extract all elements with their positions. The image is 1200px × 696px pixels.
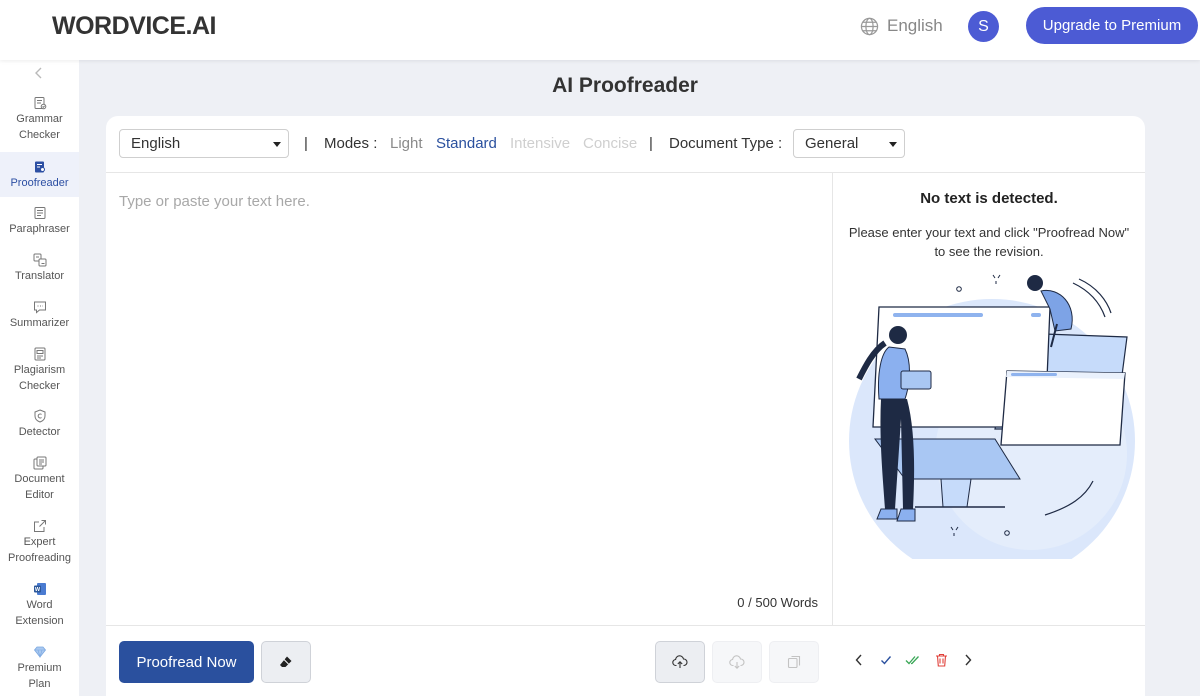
document-type-value: General: [805, 135, 859, 152]
mode-light[interactable]: Light: [390, 135, 423, 152]
sidebar-item-label: Grammar Checker: [16, 113, 63, 141]
options-toolbar: English | Modes : Light Standard Intensi…: [106, 116, 1145, 173]
language-select[interactable]: English: [119, 129, 289, 158]
copy-button: [769, 641, 819, 683]
plagiarism-icon: [34, 347, 45, 361]
mode-intensive: Intensive: [510, 135, 571, 152]
revision-panel: No text is detected. Please enter your t…: [833, 173, 1145, 625]
sidebar-item-label: Document Editor: [14, 473, 65, 501]
revision-empty-message: Please enter your text and click "Proofr…: [848, 225, 1130, 259]
modes-label: Modes :: [324, 135, 378, 152]
empty-state-illustration: [849, 274, 1135, 559]
document-type-select[interactable]: General: [793, 129, 905, 158]
language-select-value: English: [131, 135, 181, 152]
diamond-icon: [33, 646, 46, 659]
language-switcher[interactable]: English: [860, 16, 943, 36]
top-header: WORDVICE.AI English S Upgrade to Premium: [0, 0, 1200, 60]
mode-standard[interactable]: Standard: [436, 135, 497, 152]
sidebar-item-translator[interactable]: Translator: [0, 253, 79, 289]
sidebar-item-grammar-checker[interactable]: Grammar Checker: [0, 96, 79, 146]
separator: |: [649, 135, 653, 152]
document-type-label: Document Type :: [669, 135, 783, 152]
bottom-action-bar: Proofread Now: [106, 625, 1145, 696]
copy-icon: [787, 655, 801, 669]
separator: |: [304, 135, 308, 152]
eraser-icon: [280, 656, 292, 667]
sidebar-item-label: Word Extension: [15, 599, 64, 627]
chevron-down-icon: [889, 142, 897, 147]
accept-suggestion-button[interactable]: [878, 652, 894, 668]
mode-concise: Concise: [583, 135, 638, 152]
sidebar-item-plagiarism-checker[interactable]: Plagiarism Checker: [0, 347, 79, 397]
sidebar-item-proofreader[interactable]: Proofreader: [0, 152, 79, 197]
external-link-icon: [33, 520, 46, 532]
previous-suggestion-button[interactable]: [851, 652, 867, 668]
chevron-right-icon: [965, 654, 972, 666]
language-label: English: [887, 16, 943, 35]
double-check-icon: [905, 656, 919, 665]
sidebar-item-label: Plagiarism Checker: [13, 364, 66, 392]
document-icon: [33, 456, 46, 470]
collapse-sidebar-icon[interactable]: [31, 66, 47, 82]
sidebar-item-summarizer[interactable]: Summarizer: [0, 300, 79, 336]
sidebar-item-label: Translator: [14, 270, 65, 282]
detector-icon: [34, 409, 45, 423]
sidebar-item-detector[interactable]: Detector: [0, 409, 79, 445]
download-button: [712, 641, 762, 683]
accept-all-button[interactable]: [905, 652, 921, 668]
sidebar-item-label: Premium Plan: [17, 662, 62, 690]
chevron-left-icon: [855, 654, 862, 666]
sidebar-item-paraphraser[interactable]: Paraphraser: [0, 206, 79, 242]
delete-suggestion-button[interactable]: [933, 652, 949, 668]
proofread-now-button[interactable]: Proofread Now: [119, 641, 254, 683]
sidebar-item-label: Proofreader: [10, 177, 69, 189]
editor-placeholder: Type or paste your text here.: [119, 193, 310, 210]
check-icon: [881, 656, 892, 665]
sidebar-item-label: Detector: [18, 426, 61, 438]
sidebar-item-label: Summarizer: [9, 317, 70, 329]
page-title: AI Proofreader: [552, 74, 698, 97]
upgrade-button[interactable]: Upgrade to Premium: [1026, 7, 1198, 44]
sidebar: Grammar Checker Proofreader Paraphraser …: [0, 60, 79, 696]
svg-text:W: W: [34, 587, 40, 593]
sidebar-item-label: Expert Proofreading: [8, 536, 71, 564]
text-editor[interactable]: Type or paste your text here. 0 / 500 Wo…: [106, 173, 833, 625]
sidebar-item-document-editor[interactable]: Document Editor: [0, 456, 79, 506]
chevron-down-icon: [273, 142, 281, 147]
grammar-icon: [34, 97, 46, 110]
upload-button[interactable]: [655, 641, 705, 683]
proofreader-icon: [34, 161, 45, 173]
summarizer-icon: [33, 301, 46, 314]
logo[interactable]: WORDVICE.AI: [52, 12, 216, 41]
clear-text-button[interactable]: [261, 641, 311, 683]
sidebar-item-expert-proofreading[interactable]: Expert Proofreading: [0, 519, 79, 569]
next-suggestion-button[interactable]: [960, 652, 976, 668]
cloud-upload-icon: [672, 655, 688, 668]
sidebar-item-word-extension[interactable]: W Word Extension: [0, 582, 79, 632]
translator-icon: [33, 253, 46, 267]
trash-icon: [935, 653, 947, 667]
globe-icon: [860, 17, 879, 35]
cloud-download-icon: [729, 655, 745, 669]
revision-empty-title: No text is detected.: [920, 190, 1058, 207]
proofreader-panel: English | Modes : Light Standard Intensi…: [106, 116, 1145, 696]
sidebar-item-label: Paraphraser: [9, 223, 70, 235]
paraphraser-icon: [34, 207, 45, 219]
word-icon: W: [33, 583, 46, 595]
user-avatar[interactable]: S: [968, 11, 999, 42]
sidebar-item-premium-plan[interactable]: Premium Plan: [0, 645, 79, 695]
word-count: 0 / 500 Words: [737, 595, 818, 610]
